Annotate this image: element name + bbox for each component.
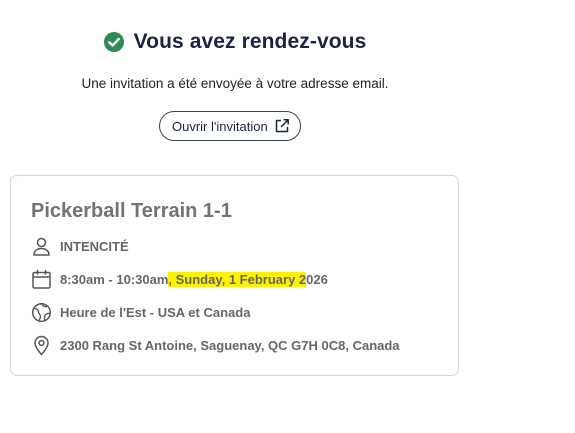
event-datetime: 8:30am - 10:30am, Sunday, 1 February 202… [60, 272, 328, 287]
organizer-row: INTENCITÉ [31, 236, 129, 257]
open-invitation-button[interactable]: Ouvrir l'invitation [159, 111, 301, 141]
confirmation-header: Vous avez rendez-vous [0, 30, 470, 54]
globe-icon [31, 302, 52, 323]
date-row: 8:30am - 10:30am, Sunday, 1 February 202… [31, 269, 328, 290]
confirmation-page: Vous avez rendez-vous Une invitation a é… [0, 0, 575, 433]
timezone-text: Heure de l'Est - USA et Canada [60, 305, 251, 320]
check-circle-icon [103, 32, 124, 52]
timezone-row: Heure de l'Est - USA et Canada [31, 302, 250, 323]
location-address: 2300 Rang St Antoine, Saguenay, QC G7H 0… [60, 338, 400, 353]
event-time-range: 8:30am - 10:30am [60, 272, 169, 287]
user-icon [31, 236, 52, 257]
organizer-name: INTENCITÉ [60, 239, 129, 254]
map-pin-icon [31, 335, 52, 356]
page-title: Vous avez rendez-vous [133, 30, 367, 53]
event-date-rest: 026 [306, 272, 328, 287]
calendar-icon [31, 269, 52, 290]
open-invitation-label: Ouvrir l'invitation [172, 118, 268, 134]
location-row: 2300 Rang St Antoine, Saguenay, QC G7H 0… [31, 335, 400, 356]
invitation-sent-message: Une invitation a été envoyée à votre adr… [81, 76, 389, 91]
event-details-card: Pickerball Terrain 1-1 INTENCITÉ 8:30am … [10, 175, 459, 376]
event-date-highlight: , Sunday, 1 February 2 [168, 272, 307, 287]
external-link-icon [274, 118, 290, 134]
event-title: Pickerball Terrain 1-1 [31, 200, 232, 222]
